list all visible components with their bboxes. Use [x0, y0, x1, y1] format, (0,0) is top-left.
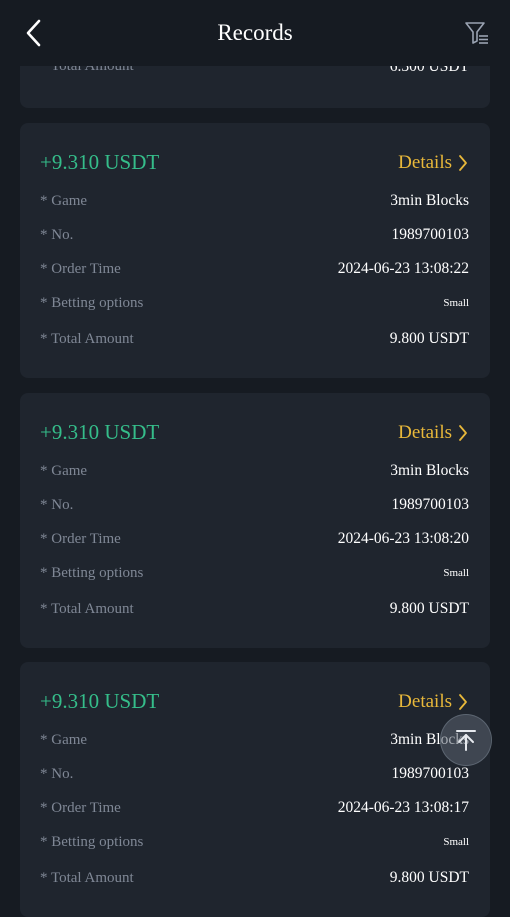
total-amount-row: * Total Amount 9.800 USDT [40, 867, 469, 889]
chevron-right-icon [459, 155, 467, 171]
row-value: 1989700103 [391, 496, 470, 513]
row-value: 9.800 USDT [389, 869, 469, 886]
filter-icon [465, 22, 488, 44]
row-value: 3min Blocks [390, 192, 469, 209]
profit-amount: +9.310 USDT [40, 420, 160, 444]
record-card: +9.310 USDT Details * Game 3min Blocks *… [20, 662, 490, 917]
filter-button[interactable] [462, 18, 492, 48]
row-label: * No. [40, 226, 74, 243]
number-row: * No. 1989700103 [40, 763, 469, 785]
order-time-row: * Order Time 2024-06-23 13:08:22 [40, 258, 469, 280]
details-label: Details [398, 422, 452, 443]
total-amount-row: * Total Amount 9.800 USDT [40, 328, 469, 350]
game-row: * Game 3min Blocks [40, 460, 469, 482]
row-label: * No. [40, 496, 74, 513]
row-value: Small [443, 297, 469, 309]
details-label: Details [398, 152, 452, 173]
chevron-right-icon [459, 425, 467, 441]
record-card: +9.310 USDT Details * Game 3min Blocks *… [20, 123, 490, 378]
row-value: 9.800 USDT [389, 330, 469, 347]
row-value: 1989700103 [391, 765, 470, 782]
row-label: * Order Time [40, 799, 121, 816]
game-row: * Game 3min Blocks [40, 190, 469, 212]
details-link[interactable]: Details [398, 421, 468, 445]
row-label: * Total Amount [40, 869, 134, 886]
order-time-row: * Order Time 2024-06-23 13:08:20 [40, 528, 469, 550]
row-value: 3min Blocks [390, 462, 469, 479]
row-label: * Game [40, 462, 88, 479]
row-label: * Order Time [40, 260, 121, 277]
row-value: 1989700103 [391, 226, 470, 243]
arrow-to-top-icon [456, 730, 476, 751]
app-header: Records [0, 0, 510, 66]
row-value: 2024-06-23 13:08:20 [337, 530, 469, 547]
row-value: Small [443, 836, 469, 848]
record-card: +9.310 USDT Details * Game 3min Blocks *… [20, 393, 490, 648]
row-label: * Betting options [40, 564, 144, 581]
number-row: * No. 1989700103 [40, 494, 469, 516]
betting-options-row: * Betting options Small [40, 831, 469, 853]
row-value: 9.800 USDT [389, 600, 469, 617]
number-row: * No. 1989700103 [40, 224, 469, 246]
order-time-row: * Order Time 2024-06-23 13:08:17 [40, 797, 469, 819]
row-value: 2024-06-23 13:08:22 [337, 260, 469, 277]
profit-amount: +9.310 USDT [40, 689, 160, 713]
row-label: * No. [40, 765, 74, 782]
betting-options-row: * Betting options Small [40, 562, 469, 584]
row-label: * Game [40, 192, 88, 209]
row-label: * Order Time [40, 530, 121, 547]
total-amount-row: * Total Amount 9.800 USDT [40, 598, 469, 620]
row-value: 2024-06-23 13:08:17 [337, 799, 469, 816]
row-value: Small [443, 567, 469, 579]
details-link[interactable]: Details [398, 690, 468, 714]
betting-options-row: * Betting options Small [40, 292, 469, 314]
scroll-to-top-button[interactable] [440, 714, 492, 766]
row-label: * Total Amount [40, 600, 134, 617]
row-label: * Betting options [40, 294, 144, 311]
details-link[interactable]: Details [398, 151, 468, 175]
profit-amount: +9.310 USDT [40, 150, 160, 174]
chevron-right-icon [459, 694, 467, 710]
row-label: * Game [40, 731, 88, 748]
details-label: Details [398, 691, 452, 712]
row-label: * Betting options [40, 833, 144, 850]
game-row: * Game 3min Blocks [40, 729, 469, 751]
row-label: * Total Amount [40, 330, 134, 347]
page-title: Records [217, 20, 293, 45]
